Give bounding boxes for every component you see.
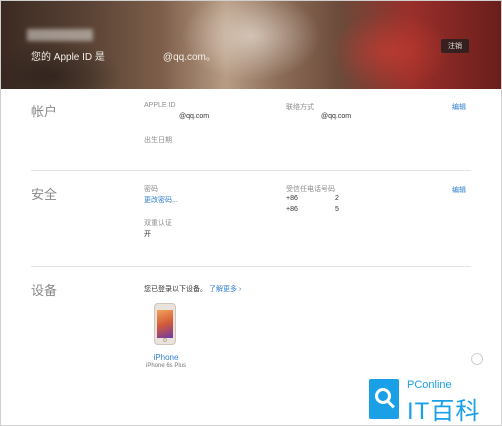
account-edit-link[interactable]: 编辑 <box>452 102 466 112</box>
pconline-watermark: PConline IT百科 <box>369 379 497 425</box>
phone-country-code: +86 <box>286 195 298 202</box>
redacted-email <box>105 48 163 63</box>
watermark-brand: PConline <box>407 379 452 391</box>
devices-intro: 您已登录以下设备。 了解更多 › <box>144 284 241 294</box>
two-factor-label: 双重认证 <box>144 220 172 227</box>
devices-section-title: 设备 <box>31 283 58 298</box>
devices-intro-text: 您已登录以下设备。 <box>144 286 207 293</box>
section-divider <box>31 170 471 171</box>
section-divider <box>31 266 471 267</box>
security-section-title: 安全 <box>31 187 58 202</box>
account-section-title: 帐户 <box>31 104 58 119</box>
birthday-label: 出生日期 <box>144 137 172 144</box>
trusted-phone-label: 受信任电话号码 <box>286 186 335 193</box>
banner-blur-highlight <box>181 1 321 81</box>
profile-banner: 您的 Apple ID 是 @qq.com。 注销 <box>1 1 501 89</box>
iphone-image <box>154 303 176 345</box>
watermark-title: IT百科 <box>407 398 481 425</box>
home-button-icon <box>163 338 167 342</box>
phone-number: 5 <box>335 206 339 213</box>
security-edit-link[interactable]: 编辑 <box>452 185 466 195</box>
redacted-user-name <box>27 29 93 41</box>
device-model: iPhone 6s Plus <box>145 363 187 369</box>
watermark-circle-icon <box>471 353 483 365</box>
apple-id-prefix: 您的 Apple ID 是 <box>31 52 105 63</box>
logout-button[interactable]: 注销 <box>441 39 469 53</box>
apple-id-label: APPLE ID <box>144 102 176 109</box>
two-factor-value: 开 <box>144 231 151 238</box>
phone-country-code: +86 <box>286 206 298 213</box>
phone-number: 2 <box>335 195 339 202</box>
iphone-screen <box>157 310 173 338</box>
device-card-iphone[interactable] <box>144 303 186 345</box>
apple-id-statement: 您的 Apple ID 是 @qq.com。 <box>31 48 216 63</box>
learn-more-link[interactable]: 了解更多 › <box>209 286 241 293</box>
contact-value: @qq.com <box>321 113 352 120</box>
banner-blur-red <box>331 11 451 89</box>
pconline-logo-icon <box>369 379 399 419</box>
apple-id-value: @qq.com <box>179 113 210 120</box>
contact-label: 联络方式 <box>286 104 314 111</box>
password-label: 密码 <box>144 186 158 193</box>
apple-id-email-suffix: @qq.com。 <box>162 52 216 63</box>
change-password-link[interactable]: 更改密码... <box>144 195 178 205</box>
device-name[interactable]: iPhone <box>146 353 186 362</box>
